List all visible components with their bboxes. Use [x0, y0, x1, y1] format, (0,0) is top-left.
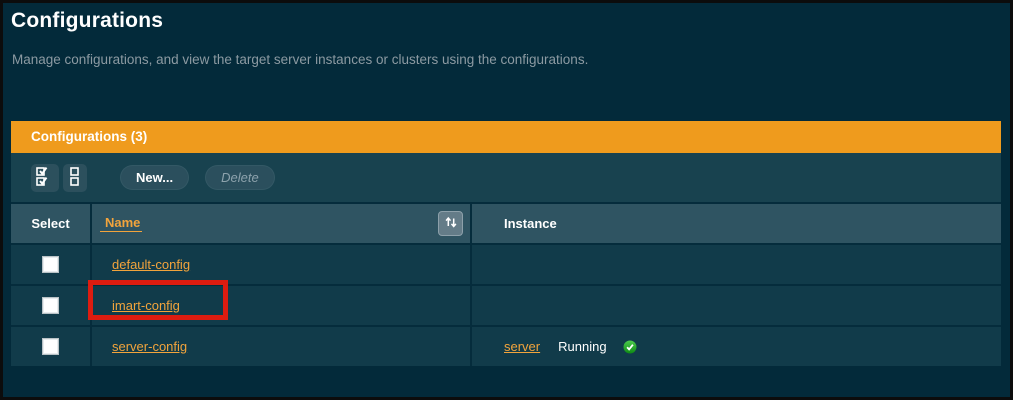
table-row-instance-cell: server Running	[472, 327, 1001, 366]
sort-up-down-icon	[444, 215, 458, 232]
table-row-select-cell	[11, 245, 90, 284]
config-link[interactable]: server-config	[112, 339, 187, 354]
admin-console-page: Configurations Manage configurations, an…	[0, 0, 1013, 400]
table-toolbar: New... Delete	[11, 153, 1001, 202]
table-row-select-cell	[11, 327, 90, 366]
config-link[interactable]: default-config	[112, 257, 190, 272]
running-status-icon	[623, 340, 637, 354]
configurations-table: Select Name	[11, 202, 1001, 366]
page-title: Configurations	[11, 8, 1010, 34]
instance-status-text: Running	[558, 339, 606, 354]
table-row-instance-cell	[472, 286, 1001, 325]
deselect-all-icon	[69, 165, 81, 190]
table-row-name-cell: server-config	[92, 327, 470, 366]
name-sort-link[interactable]: Name	[100, 215, 142, 232]
new-button[interactable]: New...	[120, 165, 189, 190]
configurations-panel: Configurations (3)	[11, 121, 1001, 366]
deselect-all-button[interactable]	[63, 164, 87, 192]
row-checkbox[interactable]	[42, 256, 59, 273]
select-all-button[interactable]	[31, 164, 59, 192]
config-link[interactable]: imart-config	[112, 298, 180, 313]
column-header-instance: Instance	[472, 204, 1001, 243]
delete-button[interactable]: Delete	[205, 165, 275, 190]
table-row-name-cell: imart-config	[92, 286, 470, 325]
column-header-select: Select	[11, 204, 90, 243]
page-description: Manage configurations, and view the targ…	[12, 51, 1010, 68]
row-checkbox[interactable]	[42, 297, 59, 314]
instance-link[interactable]: server	[504, 339, 540, 354]
select-all-icon	[35, 165, 55, 190]
table-row-instance-cell	[472, 245, 1001, 284]
table-row-select-cell	[11, 286, 90, 325]
row-checkbox[interactable]	[42, 338, 59, 355]
sort-toggle-button[interactable]	[438, 211, 463, 236]
table-row-name-cell: default-config	[92, 245, 470, 284]
panel-title: Configurations (3)	[31, 129, 147, 144]
panel-header: Configurations (3)	[11, 121, 1001, 153]
column-header-name: Name	[92, 204, 470, 243]
